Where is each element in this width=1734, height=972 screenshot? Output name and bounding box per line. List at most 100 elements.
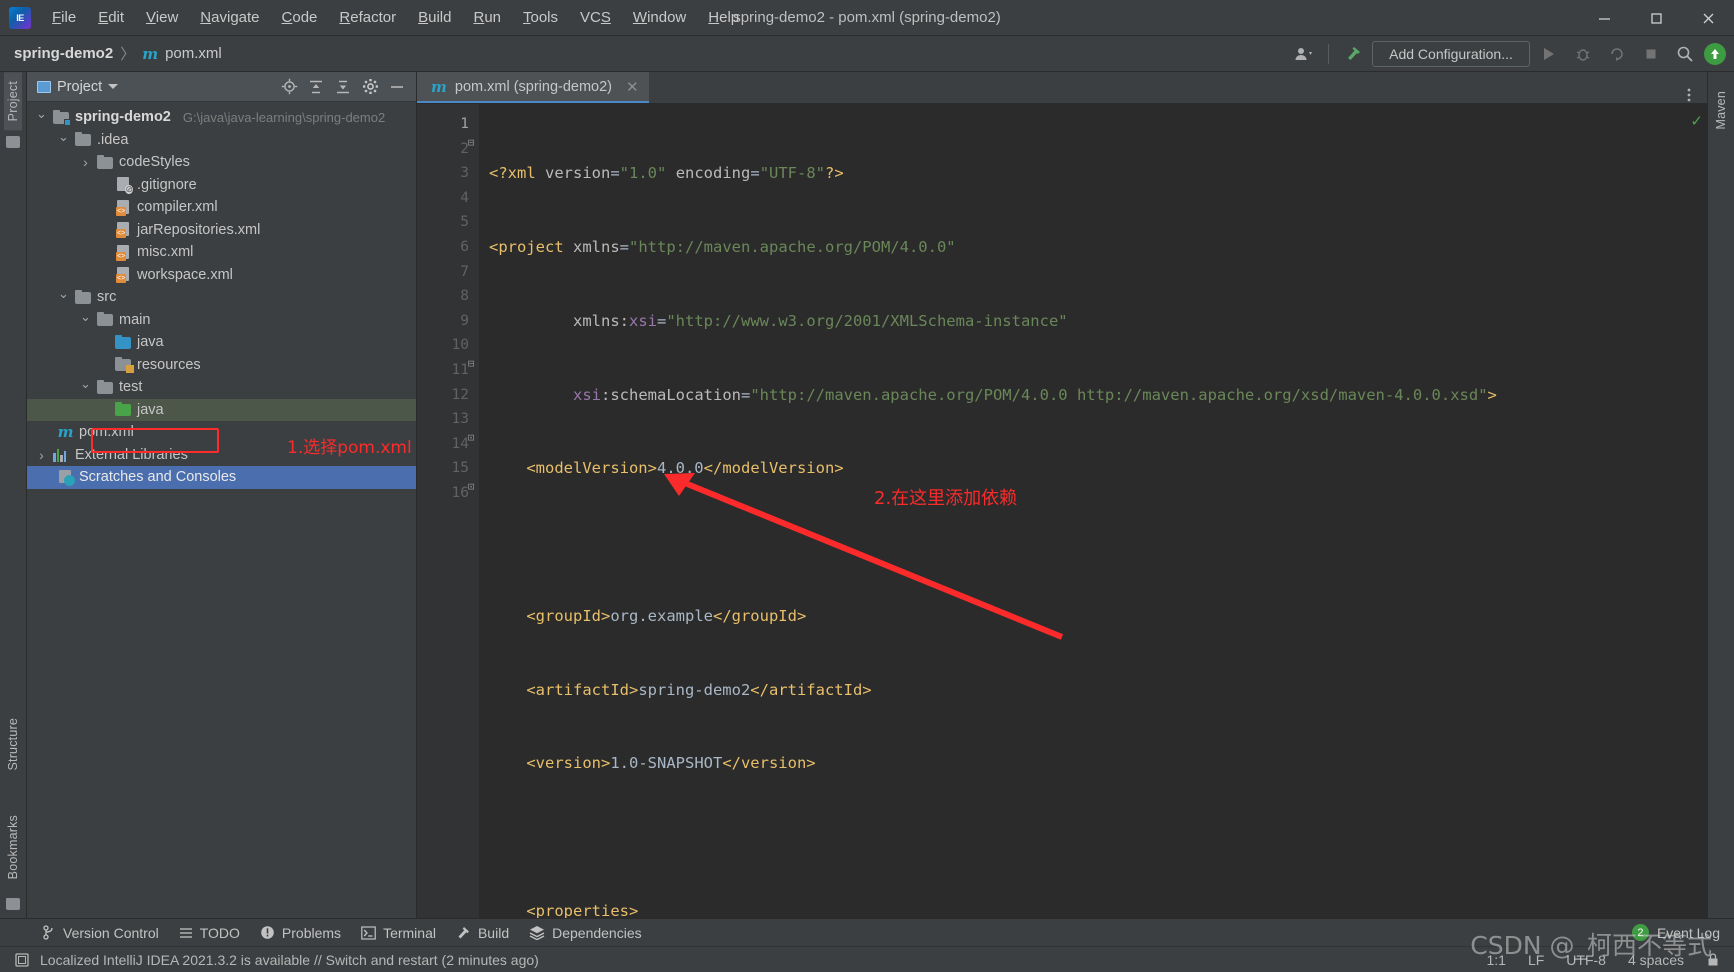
menu-help[interactable]: Help — [697, 5, 750, 31]
xml-file-icon — [115, 222, 132, 239]
tree-node-scratches-and-consoles[interactable]: Scratches and Consoles — [27, 466, 416, 489]
list-icon — [179, 927, 192, 938]
search-icon[interactable] — [1670, 41, 1700, 67]
fold-marker-line-11[interactable]: ⊟ — [466, 358, 476, 369]
tree-node-main-java[interactable]: java — [27, 331, 416, 354]
bookmarks-icon[interactable] — [6, 898, 20, 910]
toolwindow-todo[interactable]: TODO — [179, 925, 240, 941]
tree-node-test[interactable]: test — [27, 376, 416, 399]
tree-node-resources[interactable]: resources — [27, 354, 416, 377]
caret-position[interactable]: 1:1 — [1486, 952, 1505, 968]
tree-node-compiler-xml[interactable]: compiler.xml — [27, 196, 416, 219]
fold-marker-line-16[interactable]: ⊡ — [466, 481, 476, 492]
left-rail-bottom: Structure Bookmarks — [4, 709, 22, 918]
toolwindow-terminal[interactable]: Terminal — [361, 925, 436, 941]
run-icon[interactable] — [1534, 41, 1564, 67]
update-badge-icon[interactable] — [1704, 42, 1726, 65]
hammer-icon[interactable] — [1338, 41, 1368, 67]
inspection-gutter[interactable]: ✓ — [1689, 104, 1707, 918]
editor-tab-pom-xml[interactable]: m pom.xml (spring-demo2) ✕ — [417, 72, 649, 103]
tree-label: .gitignore — [137, 176, 197, 193]
toolwindow-label: Build — [477, 924, 510, 941]
code-line-3: xmlns:xsi="http://www.w3.org/2001/XMLSch… — [573, 311, 1068, 330]
tree-node-main[interactable]: main — [27, 309, 416, 332]
tree-node-misc-xml[interactable]: misc.xml — [27, 241, 416, 264]
close-icon[interactable]: ✕ — [626, 78, 639, 96]
menu-navigate[interactable]: Navigate — [189, 5, 270, 31]
rail-tab-structure[interactable]: Structure — [4, 709, 22, 780]
breadcrumb-project[interactable]: spring-demo2 — [14, 45, 113, 62]
fold-marker-line-2[interactable]: ⊟ — [466, 137, 476, 148]
toolwindow-build[interactable]: Build — [456, 925, 509, 941]
code-editor[interactable]: 1 2 3 4 5 6 7 8 9 10 11 12 13 14 15 16 ⊟ — [417, 104, 1707, 918]
left-tool-rail: Project Structure Bookmarks — [0, 72, 27, 918]
menu-build[interactable]: Build — [407, 5, 462, 31]
minimize-button[interactable] — [1578, 0, 1630, 36]
tree-node-src[interactable]: src — [27, 286, 416, 309]
add-configuration-button[interactable]: Add Configuration... — [1372, 40, 1530, 67]
maximize-button[interactable] — [1630, 0, 1682, 36]
chevron-down-icon[interactable] — [108, 84, 119, 89]
line-number: 7 — [460, 263, 469, 280]
expand-all-icon[interactable] — [307, 78, 325, 96]
tree-label: workspace.xml — [137, 266, 233, 283]
commit-icon[interactable] — [6, 136, 20, 149]
terminal-icon — [361, 925, 376, 940]
menu-edit[interactable]: Edit — [87, 5, 135, 31]
locate-icon[interactable] — [280, 78, 298, 96]
rail-tab-project[interactable]: Project — [4, 72, 22, 131]
indent-setting[interactable]: 4 spaces — [1628, 952, 1684, 968]
tree-label: .idea — [97, 131, 129, 148]
stop-icon[interactable] — [1636, 41, 1666, 67]
chevron-down-icon[interactable] — [35, 109, 48, 125]
menu-vcs[interactable]: VCS — [569, 5, 622, 31]
line-separator[interactable]: LF — [1528, 952, 1544, 968]
tree-node-spring-demo2[interactable]: spring-demo2 G:\java\java-learning\sprin… — [27, 106, 416, 129]
tree-node-gitignore[interactable]: .gitignore — [27, 174, 416, 197]
menu-file[interactable]: File — [41, 5, 87, 31]
tree-node-workspace-xml[interactable]: workspace.xml — [27, 264, 416, 287]
tree-node-path: G:\java\java-learning\spring-demo2 — [182, 109, 386, 125]
chevron-down-icon[interactable] — [79, 312, 92, 328]
annotation-step-2: 2.在这里添加依赖 — [874, 488, 1018, 509]
fold-marker-line-14[interactable]: ⊡ — [466, 432, 476, 443]
menu-view[interactable]: View — [135, 5, 189, 31]
toolwindow-problems[interactable]: Problems — [260, 925, 341, 941]
menu-refactor[interactable]: Refactor — [328, 5, 407, 31]
menu-window[interactable]: Window — [622, 5, 697, 31]
menu-run[interactable]: Run — [462, 5, 512, 31]
settings-gear-icon[interactable] — [361, 78, 379, 96]
folder-icon — [75, 132, 92, 147]
menu-tools[interactable]: Tools — [512, 5, 569, 31]
tree-node-test-java[interactable]: java — [27, 398, 416, 421]
chevron-down-icon[interactable] — [57, 132, 70, 148]
lock-icon[interactable] — [1706, 952, 1720, 967]
file-encoding[interactable]: UTF-8 — [1566, 952, 1606, 968]
chevron-down-icon[interactable] — [57, 289, 70, 305]
debug-icon[interactable] — [1568, 41, 1598, 67]
user-icon[interactable] — [1289, 41, 1319, 67]
event-log-button[interactable]: 2 Event Log — [1631, 924, 1734, 941]
hide-panel-icon[interactable] — [388, 78, 406, 96]
menu-code[interactable]: Code — [271, 5, 329, 31]
notification-icon[interactable] — [14, 952, 30, 968]
tool-window-bar: Version Control TODO Problems Terminal B… — [0, 918, 1734, 946]
close-button[interactable] — [1682, 0, 1734, 36]
breadcrumb-file[interactable]: m pom.xml — [142, 45, 222, 63]
coverage-icon[interactable] — [1602, 41, 1632, 67]
tree-node-idea[interactable]: .idea — [27, 129, 416, 152]
project-tool-window: Project ⌄ spring-demo2 G:\java\java-lear… — [27, 72, 417, 918]
chevron-right-icon[interactable] — [35, 447, 48, 463]
tree-node-codestyles[interactable]: codeStyles — [27, 151, 416, 174]
rail-tab-maven[interactable]: Maven — [1712, 82, 1730, 139]
status-message[interactable]: Localized IntelliJ IDEA 2021.3.2 is avai… — [40, 952, 539, 968]
toolwindow-dependencies[interactable]: Dependencies — [529, 925, 642, 941]
chevron-right-icon[interactable] — [79, 154, 92, 170]
toolwindow-version-control[interactable]: Version Control — [42, 925, 159, 941]
tree-node-jarrepositories-xml[interactable]: jarRepositories.xml — [27, 219, 416, 242]
code-content[interactable]: <?xml version="1.0" encoding="UTF-8"?> <… — [479, 104, 1689, 918]
rail-tab-bookmarks[interactable]: Bookmarks — [4, 806, 22, 888]
chevron-down-icon[interactable] — [79, 379, 92, 395]
editor-tab-options-icon[interactable] — [1681, 87, 1707, 103]
collapse-all-icon[interactable] — [334, 78, 352, 96]
